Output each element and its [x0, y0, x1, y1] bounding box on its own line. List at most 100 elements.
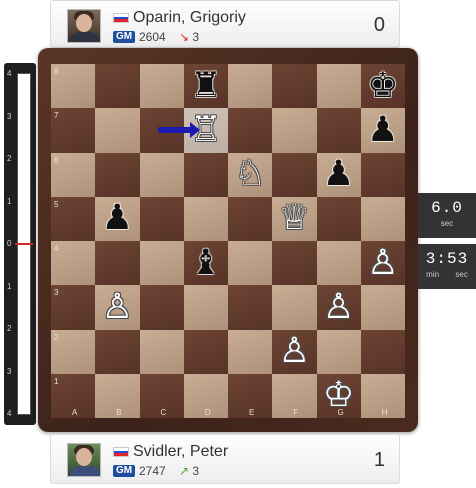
square-d6[interactable] [183, 152, 228, 197]
bottom-player-card: Svidler, Peter GM 2747 ↗ 3 1 [50, 434, 400, 484]
square-a7[interactable]: 7 [51, 108, 96, 153]
square-d4[interactable]: ♝ [183, 241, 228, 286]
arrow-up-icon: ↗ [179, 464, 190, 478]
square-b6[interactable] [95, 152, 140, 197]
square-g3[interactable]: ♙ [316, 285, 361, 330]
square-f3[interactable] [272, 285, 317, 330]
square-g4[interactable] [316, 241, 361, 286]
square-b3[interactable]: ♙ [95, 285, 140, 330]
chess-board[interactable]: 8 ♜ ♚ 7 ♖ ♟ 6 ♘ ♟ 5 ♟ ♕ 4 ♝ ♙ 3 ♙ ♙ 2 ♙ 1 A B C D E F G ♔ H [51, 64, 405, 418]
square-g2[interactable] [316, 329, 361, 374]
arrow-down-icon: ↘ [179, 30, 190, 44]
bottom-player-name[interactable]: Svidler, Peter [133, 443, 228, 461]
black-pawn-icon[interactable]: ♟ [95, 197, 139, 241]
square-a5[interactable]: 5 [51, 196, 96, 241]
bottom-player-avatar [67, 443, 101, 477]
square-c5[interactable] [139, 196, 184, 241]
square-h4[interactable]: ♙ [360, 241, 405, 286]
evaluation-tick: 1 [7, 281, 12, 291]
square-d8[interactable]: ♜ [183, 64, 228, 109]
square-h8[interactable]: ♚ [360, 64, 405, 109]
black-rook-icon[interactable]: ♜ [184, 64, 228, 108]
rank-label: 7 [54, 111, 59, 121]
clock-sec-unit: sec [455, 270, 468, 279]
square-f8[interactable] [272, 64, 317, 109]
square-g8[interactable] [316, 64, 361, 109]
black-pawn-icon[interactable]: ♟ [317, 153, 361, 197]
square-f2[interactable]: ♙ [272, 329, 317, 374]
rank-label: 2 [54, 332, 59, 342]
white-pawn-icon[interactable]: ♙ [95, 285, 139, 329]
evaluation-tick: 4 [7, 409, 12, 418]
square-c3[interactable] [139, 285, 184, 330]
square-h1[interactable]: H [360, 373, 405, 418]
square-e3[interactable] [228, 285, 273, 330]
square-e4[interactable] [228, 241, 273, 286]
square-c4[interactable] [139, 241, 184, 286]
square-d1[interactable]: D [183, 373, 228, 418]
white-queen-icon[interactable]: ♕ [272, 197, 316, 241]
top-player-name[interactable]: Oparin, Grigoriy [133, 9, 246, 27]
evaluation-tick: 1 [7, 196, 12, 206]
evaluation-tick: 3 [7, 366, 12, 376]
evaluation-tick: 0 [7, 239, 12, 248]
clock-panel-time: 3:53 min sec [418, 244, 476, 289]
white-king-icon[interactable]: ♔ [317, 374, 361, 418]
black-bishop-icon[interactable]: ♝ [184, 241, 228, 285]
white-pawn-icon[interactable]: ♙ [361, 241, 405, 285]
square-b8[interactable] [95, 64, 140, 109]
square-g6[interactable]: ♟ [316, 152, 361, 197]
square-b4[interactable] [95, 241, 140, 286]
square-f7[interactable] [272, 108, 317, 153]
white-knight-icon[interactable]: ♘ [228, 153, 272, 197]
square-f6[interactable] [272, 152, 317, 197]
square-f1[interactable]: F [272, 373, 317, 418]
square-h3[interactable] [360, 285, 405, 330]
square-d5[interactable] [183, 196, 228, 241]
square-a8[interactable]: 8 [51, 64, 96, 109]
black-pawn-icon[interactable]: ♟ [361, 108, 405, 152]
square-f4[interactable] [272, 241, 317, 286]
rank-label: 3 [54, 288, 59, 298]
square-c8[interactable] [139, 64, 184, 109]
evaluation-tick: 2 [7, 324, 12, 333]
file-label: B [116, 408, 122, 417]
square-a4[interactable]: 4 [51, 241, 96, 286]
file-label: E [249, 408, 255, 417]
square-e2[interactable] [228, 329, 273, 374]
clock-time-value: 3:53 [425, 250, 469, 268]
square-b2[interactable] [95, 329, 140, 374]
white-pawn-icon[interactable]: ♙ [317, 285, 361, 329]
square-c6[interactable] [139, 152, 184, 197]
bottom-player-score: 1 [373, 449, 385, 471]
square-b1[interactable]: B [95, 373, 140, 418]
square-e8[interactable] [228, 64, 273, 109]
square-c2[interactable] [139, 329, 184, 374]
square-b5[interactable]: ♟ [95, 196, 140, 241]
square-e1[interactable]: E [228, 373, 273, 418]
square-a1[interactable]: 1A [51, 373, 96, 418]
square-h6[interactable] [360, 152, 405, 197]
file-label: A [72, 408, 78, 417]
bottom-player-rating-change: ↗ 3 [179, 464, 200, 478]
square-a6[interactable]: 6 [51, 152, 96, 197]
white-pawn-icon[interactable]: ♙ [272, 330, 316, 374]
square-a2[interactable]: 2 [51, 329, 96, 374]
square-g7[interactable] [316, 108, 361, 153]
square-f5[interactable]: ♕ [272, 196, 317, 241]
square-h7[interactable]: ♟ [360, 108, 405, 153]
square-d2[interactable] [183, 329, 228, 374]
square-a3[interactable]: 3 [51, 285, 96, 330]
square-c1[interactable]: C [139, 373, 184, 418]
square-h5[interactable] [360, 196, 405, 241]
square-e6[interactable]: ♘ [228, 152, 273, 197]
file-label: C [160, 408, 167, 417]
square-h2[interactable] [360, 329, 405, 374]
square-b7[interactable] [95, 108, 140, 153]
square-d3[interactable] [183, 285, 228, 330]
square-e7[interactable] [228, 108, 273, 153]
square-g1[interactable]: G ♔ [316, 373, 361, 418]
square-g5[interactable] [316, 196, 361, 241]
black-king-icon[interactable]: ♚ [361, 64, 405, 108]
square-e5[interactable] [228, 196, 273, 241]
